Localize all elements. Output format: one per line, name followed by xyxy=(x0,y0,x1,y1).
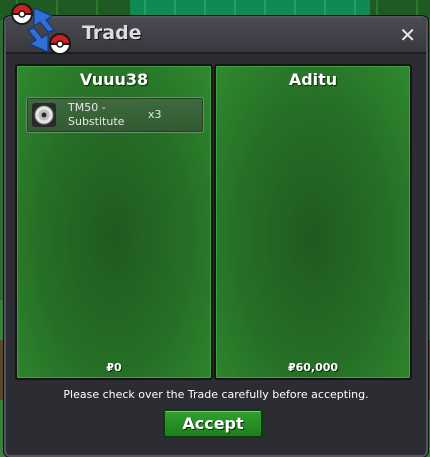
item-quantity: x3 xyxy=(148,108,162,121)
player-name: Aditu xyxy=(288,70,338,89)
trade-panel-self: Vuuu38 TM50 - Substitute x3 ₽0 xyxy=(15,64,213,380)
money-offered: ₽0 xyxy=(106,361,122,374)
item-name: TM50 - Substitute xyxy=(68,101,125,128)
trade-notice: Please check over the Trade carefully be… xyxy=(63,388,369,401)
trade-window: Trade ✕ Vuuu38 TM50 - Substitute x3 ₽0 A… xyxy=(4,3,428,457)
window-title: Trade xyxy=(82,22,142,44)
tm-disc-icon xyxy=(32,103,56,127)
trade-panel-partner: Aditu ₽60,000 xyxy=(214,64,412,380)
trade-item-slot[interactable]: TM50 - Substitute x3 xyxy=(26,97,204,133)
money-offered: ₽60,000 xyxy=(287,361,339,374)
close-icon[interactable]: ✕ xyxy=(399,23,416,47)
player-name: Vuuu38 xyxy=(79,70,149,89)
accept-button[interactable]: Accept xyxy=(163,409,263,438)
trade-logo-icon xyxy=(10,3,72,55)
